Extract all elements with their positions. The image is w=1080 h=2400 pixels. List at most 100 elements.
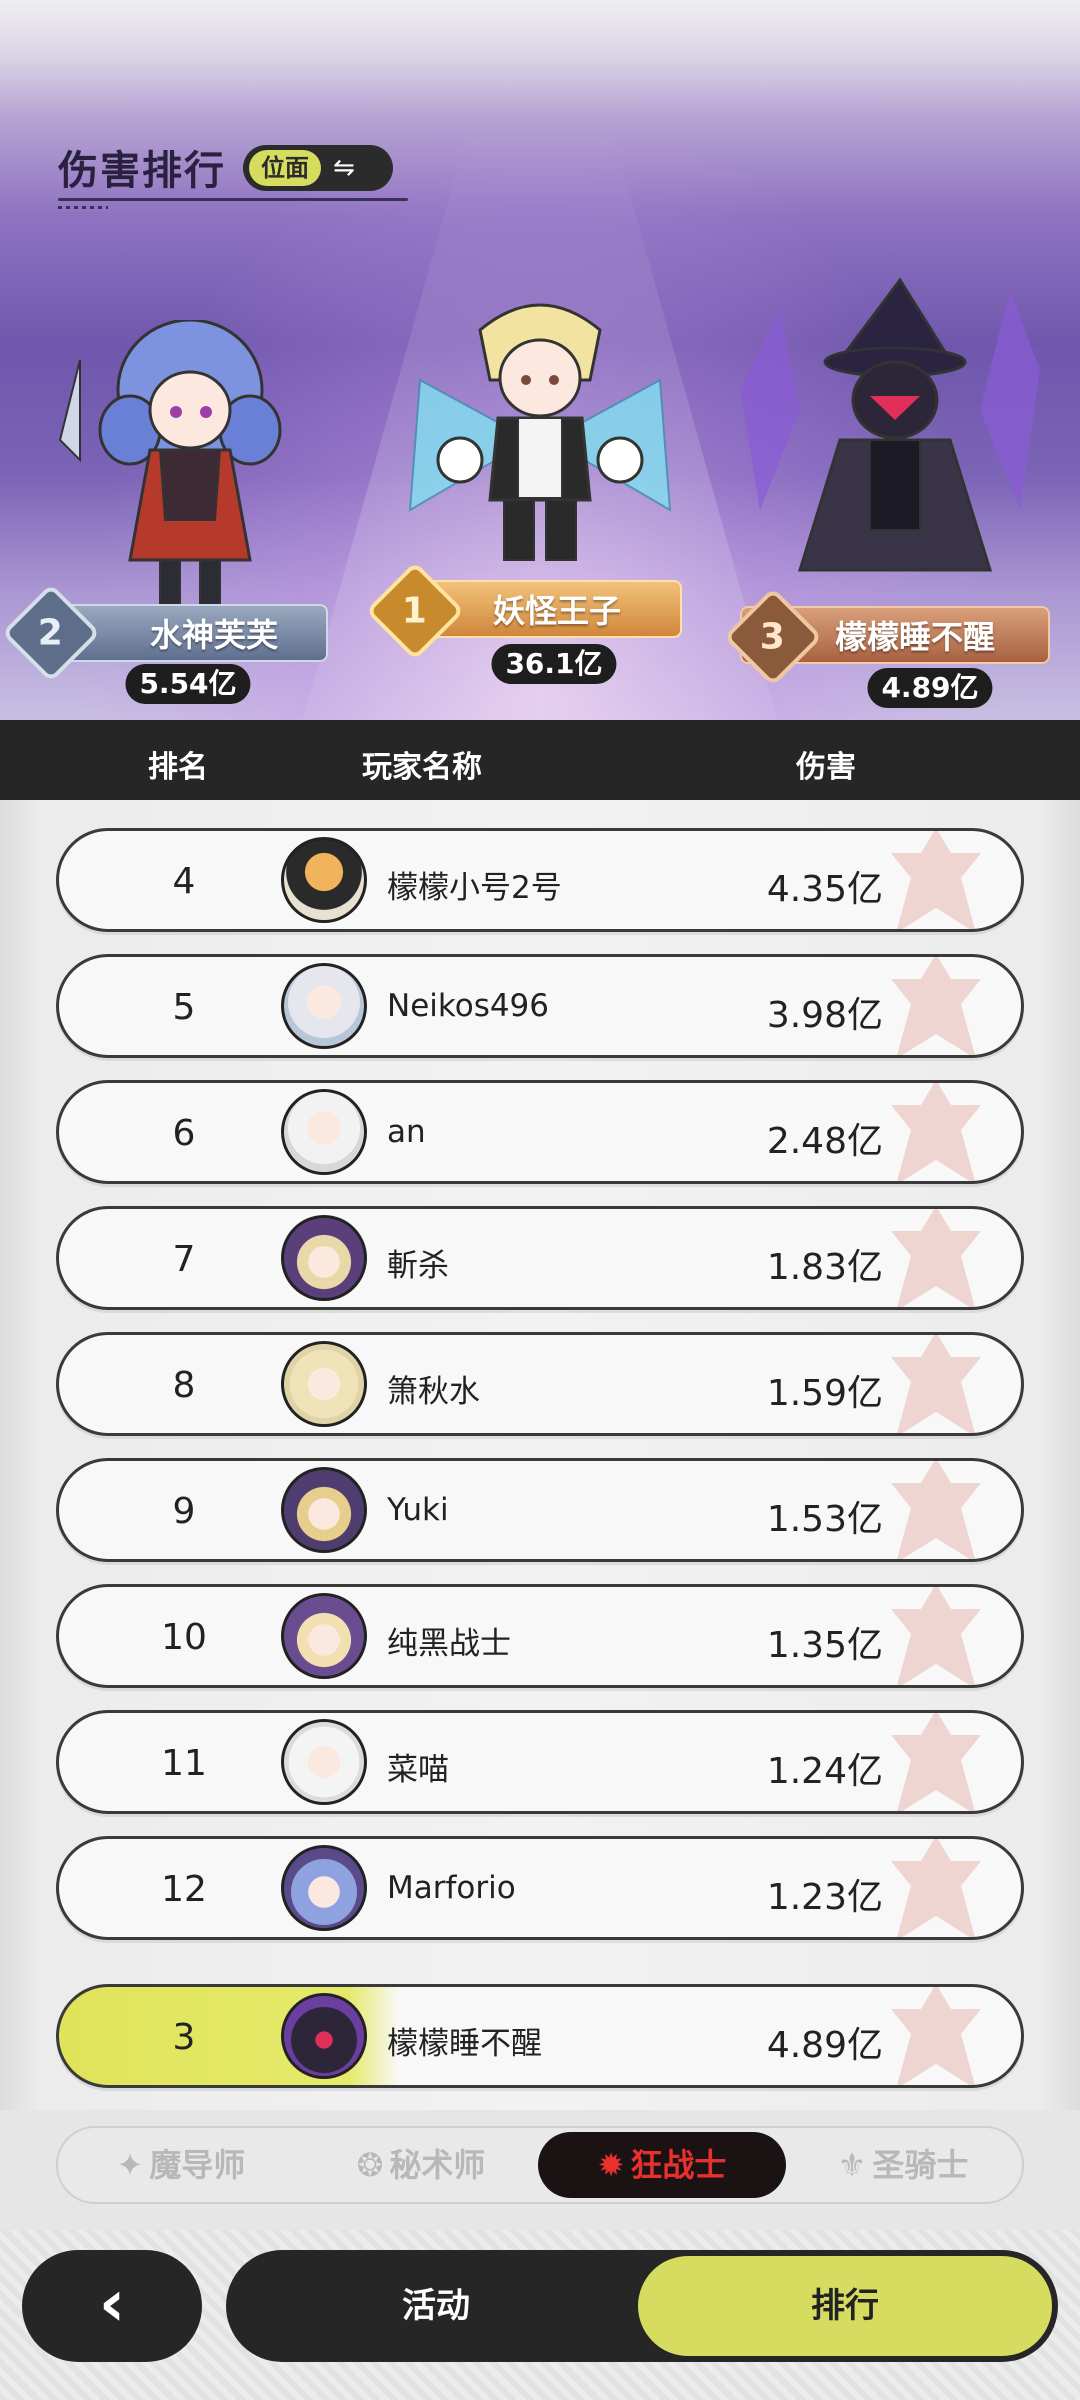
podium-stage: 伤害排行 位面 ⇋ 水神芙芙 2 5.54亿 妖怪王子 1 36.1亿 檬檬睡不… <box>0 0 1080 730</box>
podium-first-damage: 36.1亿 <box>491 644 617 684</box>
crest-watermark-icon <box>891 1713 981 1811</box>
back-button[interactable]: ‹ <box>22 2250 202 2362</box>
my-rank: 3 <box>172 2017 196 2058</box>
table-row[interactable]: 11 菜喵 1.24亿 <box>56 1710 1024 1814</box>
row-rank: 9 <box>172 1491 196 1532</box>
avatar <box>281 963 367 1049</box>
tab-mage[interactable]: ✦ 魔导师 <box>68 2132 294 2198</box>
row-rank: 11 <box>161 1743 207 1784</box>
crest-watermark-icon <box>891 1987 981 2085</box>
character-figure-2 <box>58 318 282 611</box>
table-row[interactable]: 6 an 2.48亿 <box>56 1080 1024 1184</box>
my-damage: 4.89亿 <box>766 2025 883 2066</box>
swap-icon: ⇋ <box>333 153 355 183</box>
rank-2-number: 2 <box>38 612 64 654</box>
podium-second-name: 水神芙芙 <box>149 616 278 654</box>
tab-arcanist[interactable]: ❂ 秘术师 <box>308 2132 534 2198</box>
avatar <box>281 1593 367 1679</box>
avatar <box>281 1845 367 1931</box>
row-rank: 7 <box>172 1239 196 1280</box>
podium-third-damage: 4.89亿 <box>867 668 993 708</box>
avatar <box>281 1993 367 2079</box>
table-row[interactable]: 7 斬杀 1.83亿 <box>56 1206 1024 1310</box>
nav-pill: 活动 排行 <box>226 2250 1058 2362</box>
my-ranking-row[interactable]: 3 檬檬睡不醒 4.89亿 <box>56 1984 1024 2088</box>
row-player-name: 檬檬小号2号 <box>387 870 562 906</box>
tab-paladin-label: 圣骑士 <box>872 2146 969 2184</box>
row-player-name: 箫秋水 <box>387 1374 480 1410</box>
crest-watermark-icon <box>891 1209 981 1307</box>
berserker-icon: ✹ <box>597 2146 625 2184</box>
row-damage: 1.24亿 <box>766 1751 883 1792</box>
row-player-name: Yuki <box>387 1492 449 1528</box>
row-damage: 1.83亿 <box>766 1247 883 1288</box>
table-row[interactable]: 4 檬檬小号2号 4.35亿 <box>56 828 1024 932</box>
tab-berserker-label: 狂战士 <box>630 2146 727 2184</box>
row-damage: 1.35亿 <box>766 1625 883 1666</box>
row-rank: 4 <box>172 861 196 902</box>
crest-watermark-icon <box>891 1839 981 1937</box>
row-rank: 10 <box>161 1617 207 1658</box>
row-damage: 1.23亿 <box>766 1877 883 1918</box>
character-figure-3 <box>740 277 1040 572</box>
tab-paladin[interactable]: ⚜ 圣骑士 <box>790 2132 1016 2198</box>
avatar <box>281 1089 367 1175</box>
crest-watermark-icon <box>891 1587 981 1685</box>
tab-mage-label: 魔导师 <box>149 2146 246 2184</box>
row-player-name: Neikos496 <box>387 988 550 1024</box>
title-dots <box>58 206 108 209</box>
paladin-icon: ⚜ <box>837 2146 867 2184</box>
row-rank: 6 <box>172 1113 196 1154</box>
arcanist-icon: ❂ <box>356 2146 384 2184</box>
chevron-left-icon: ‹ <box>98 2267 126 2341</box>
table-row[interactable]: 12 Marforio 1.23亿 <box>56 1836 1024 1940</box>
row-player-name: 菜喵 <box>387 1752 449 1788</box>
row-damage: 1.53亿 <box>766 1499 883 1540</box>
avatar <box>281 1341 367 1427</box>
plane-toggle-button[interactable]: 位面 ⇋ <box>243 145 393 191</box>
tab-berserker[interactable]: ✹ 狂战士 <box>538 2132 786 2198</box>
column-header-damage: 伤害 <box>796 750 856 785</box>
crest-watermark-icon <box>891 831 981 929</box>
row-rank: 12 <box>161 1869 207 1910</box>
row-player-name: 斬杀 <box>387 1248 449 1284</box>
crest-watermark-icon <box>891 957 981 1055</box>
crest-watermark-icon <box>891 1461 981 1559</box>
row-damage: 1.59亿 <box>766 1373 883 1414</box>
class-tab-bar: ✦ 魔导师 ❂ 秘术师 ✹ 狂战士 ⚜ 圣骑士 <box>56 2126 1024 2204</box>
podium-first-character[interactable] <box>380 290 700 590</box>
title-underline <box>58 198 408 201</box>
podium-second-character[interactable] <box>40 318 310 620</box>
column-header-rank: 排名 <box>148 750 208 785</box>
podium-third-character[interactable] <box>720 270 1060 600</box>
row-player-name: an <box>387 1114 426 1150</box>
podium-third-name: 檬檬睡不醒 <box>834 618 995 656</box>
row-damage: 3.98亿 <box>766 995 883 1036</box>
row-rank: 5 <box>172 987 196 1028</box>
table-row[interactable]: 10 纯黑战士 1.35亿 <box>56 1584 1024 1688</box>
table-header: 排名 玩家名称 伤害 <box>0 720 1080 800</box>
avatar <box>281 837 367 923</box>
row-rank: 8 <box>172 1365 196 1406</box>
activity-tab-button[interactable]: 活动 <box>226 2250 646 2362</box>
table-row[interactable]: 5 Neikos496 3.98亿 <box>56 954 1024 1058</box>
character-figure-1 <box>408 303 672 561</box>
mage-icon: ✦ <box>116 2146 144 2184</box>
column-header-player: 玩家名称 <box>362 750 482 785</box>
tab-arcanist-label: 秘术师 <box>389 2146 486 2184</box>
plane-toggle-label: 位面 <box>249 150 321 186</box>
crest-watermark-icon <box>891 1083 981 1181</box>
podium-second-damage: 5.54亿 <box>125 664 251 704</box>
row-damage: 4.35亿 <box>766 869 883 910</box>
ranking-tab-button[interactable]: 排行 <box>638 2256 1052 2356</box>
row-player-name: Marforio <box>387 1870 516 1906</box>
avatar <box>281 1467 367 1553</box>
row-player-name: 纯黑战士 <box>387 1626 511 1662</box>
rank-3-number: 3 <box>760 616 786 658</box>
avatar <box>281 1215 367 1301</box>
page-title: 伤害排行 <box>58 148 226 194</box>
my-player-name: 檬檬睡不醒 <box>387 2026 542 2062</box>
table-row[interactable]: 8 箫秋水 1.59亿 <box>56 1332 1024 1436</box>
avatar <box>281 1719 367 1805</box>
table-row[interactable]: 9 Yuki 1.53亿 <box>56 1458 1024 1562</box>
